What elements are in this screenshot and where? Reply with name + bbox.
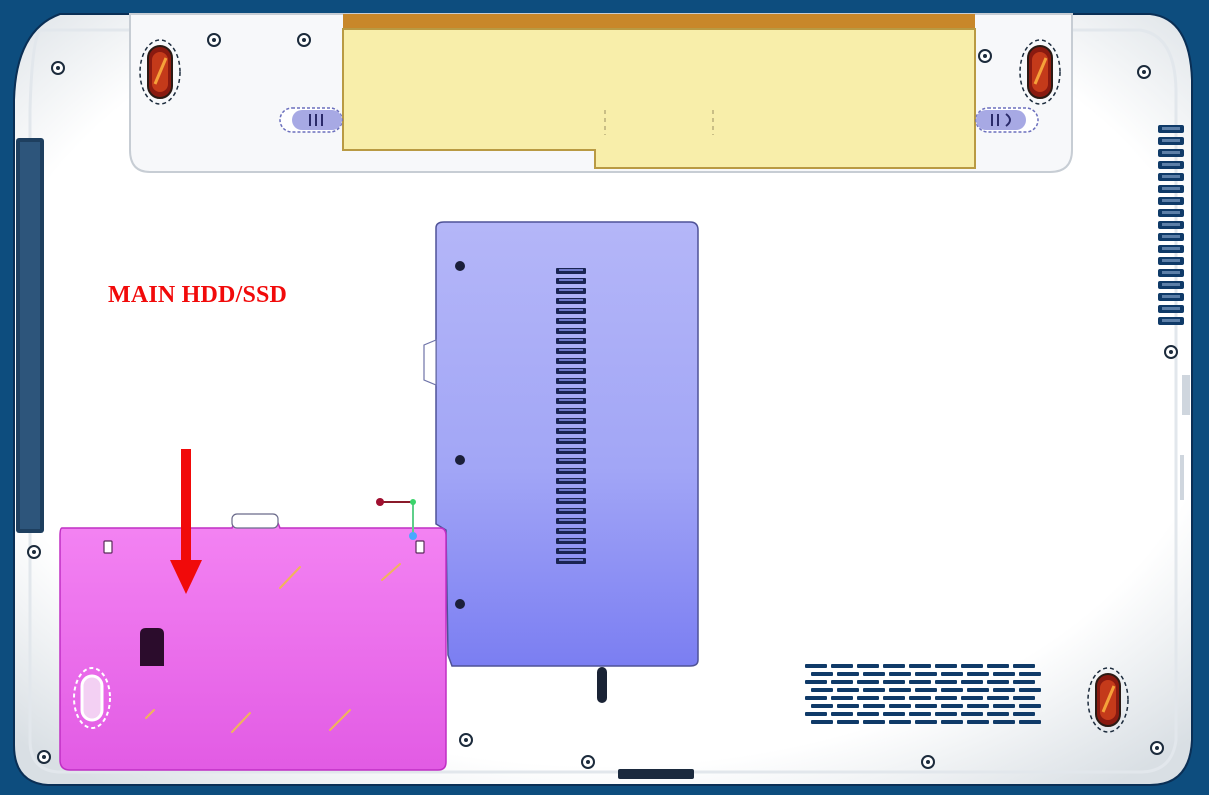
screw-icon [978, 49, 992, 63]
screw-icon [1137, 65, 1151, 79]
screw-icon [207, 33, 221, 47]
screw-icon [27, 545, 41, 559]
laptop-bottom-diagram: MAIN HDD/SSD [0, 0, 1209, 795]
screw-icon [1164, 345, 1178, 359]
memory-cover-tab [597, 667, 607, 703]
screw-icon [455, 455, 465, 465]
screw-icon [51, 61, 65, 75]
bottom-slot [618, 769, 694, 779]
screw-icon [581, 755, 595, 769]
battery-latch-right[interactable] [975, 107, 1039, 133]
battery[interactable] [342, 28, 976, 169]
screw-icon [459, 733, 473, 747]
screw-icon [37, 750, 51, 764]
callout-label: MAIN HDD/SSD [108, 282, 288, 308]
screw-icon [455, 261, 465, 271]
screw-icon [921, 755, 935, 769]
screw-icon [455, 599, 465, 609]
right-edge-notch [1182, 375, 1190, 415]
hdd-cover[interactable] [59, 517, 447, 771]
side-vent [1158, 125, 1184, 325]
laptop-bottom-illustration [13, 13, 1193, 786]
battery-latch-left[interactable] [279, 107, 343, 133]
screw-icon [297, 33, 311, 47]
battery-top-edge [343, 14, 975, 30]
hdd-cover-label-patch [140, 628, 164, 666]
screw-icon [1150, 741, 1164, 755]
